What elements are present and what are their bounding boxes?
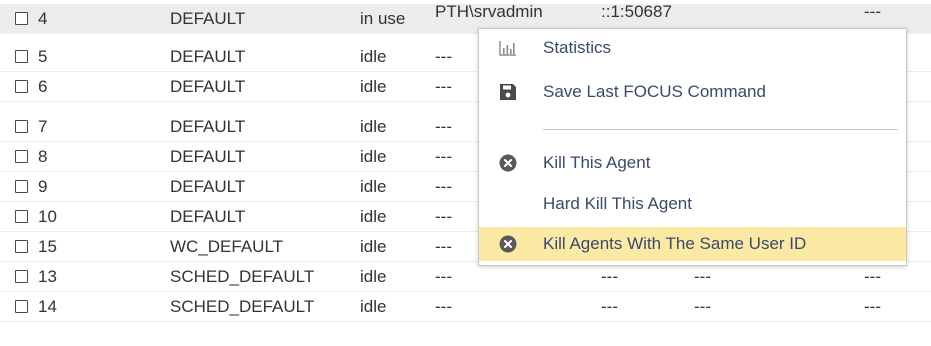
extra-col-2: --- [864,2,881,21]
menu-item-statistics[interactable]: Statistics [479,31,906,65]
agent-id: 14 [38,297,57,316]
agent-status: idle [360,267,387,286]
user-id: --- [435,177,452,196]
close-circle-icon [499,154,517,172]
agent-status: in use [360,9,406,28]
agent-status: idle [360,77,387,96]
service-name: SCHED_DEFAULT [170,267,315,286]
menu-item-kill-same-user[interactable]: Kill Agents With The Same User ID [479,227,906,261]
user-id: --- [435,297,452,316]
service-name: DEFAULT [170,207,246,226]
bar-chart-icon [499,39,517,57]
user-id: PTH\srvadmin [435,2,543,21]
client-address: --- [601,297,618,316]
menu-item-label: Kill Agents With The Same User ID [543,234,807,253]
user-id: --- [435,267,452,286]
extra-col-1: --- [694,297,711,316]
agent-id: 9 [38,177,48,196]
row-checkbox[interactable] [15,150,28,163]
agent-id: 8 [38,147,48,166]
agent-status: idle [360,297,387,316]
service-name: DEFAULT [170,117,246,136]
agent-status: idle [360,147,387,166]
row-checkbox[interactable] [15,12,28,25]
menu-separator [543,129,898,130]
user-id: --- [435,237,452,256]
agent-context-menu: Statistics Save Last FOCUS Command Kill … [478,28,907,266]
agent-id: 7 [38,117,48,136]
agent-id: 15 [38,237,57,256]
agent-id: 13 [38,267,57,286]
agent-status: idle [360,47,387,66]
service-name: DEFAULT [170,47,246,66]
menu-item-hard-kill-agent[interactable]: Hard Kill This Agent [479,187,906,221]
row-checkbox[interactable] [15,50,28,63]
agent-status: idle [360,237,387,256]
service-name: WC_DEFAULT [170,237,284,256]
agent-id: 5 [38,47,48,66]
row-checkbox[interactable] [15,270,28,283]
close-circle-icon [499,235,517,253]
client-address: ::1:50687 [601,2,672,21]
extra-col-2: --- [864,297,881,316]
service-name: DEFAULT [170,9,246,28]
agent-id: 6 [38,77,48,96]
user-id: --- [435,77,452,96]
menu-item-save-last-command[interactable]: Save Last FOCUS Command [479,75,906,109]
user-id: --- [435,207,452,226]
row-checkbox[interactable] [15,240,28,253]
agent-status: idle [360,177,387,196]
row-checkbox[interactable] [15,210,28,223]
menu-item-kill-agent[interactable]: Kill This Agent [479,146,906,180]
user-id: --- [435,117,452,136]
menu-item-label: Save Last FOCUS Command [543,82,766,101]
user-id: --- [435,47,452,66]
menu-item-label: Hard Kill This Agent [543,194,692,213]
row-checkbox[interactable] [15,80,28,93]
agent-id: 10 [38,207,57,226]
save-icon [499,83,517,101]
table-row[interactable]: 14 SCHED_DEFAULT idle --- --- --- --- [0,292,931,322]
service-name: DEFAULT [170,177,246,196]
user-id: --- [435,147,452,166]
extra-col-1: --- [694,267,711,286]
service-name: DEFAULT [170,147,246,166]
row-checkbox[interactable] [15,300,28,313]
agent-status: idle [360,207,387,226]
menu-item-label: Kill This Agent [543,153,651,172]
agent-id: 4 [38,9,48,28]
service-name: SCHED_DEFAULT [170,297,315,316]
client-address: --- [601,267,618,286]
row-checkbox[interactable] [15,180,28,193]
agent-status: idle [360,117,387,136]
service-name: DEFAULT [170,77,246,96]
extra-col-2: --- [864,267,881,286]
menu-item-label: Statistics [543,38,612,57]
row-checkbox[interactable] [15,120,28,133]
table-row[interactable]: 13 SCHED_DEFAULT idle --- --- --- --- [0,262,931,292]
